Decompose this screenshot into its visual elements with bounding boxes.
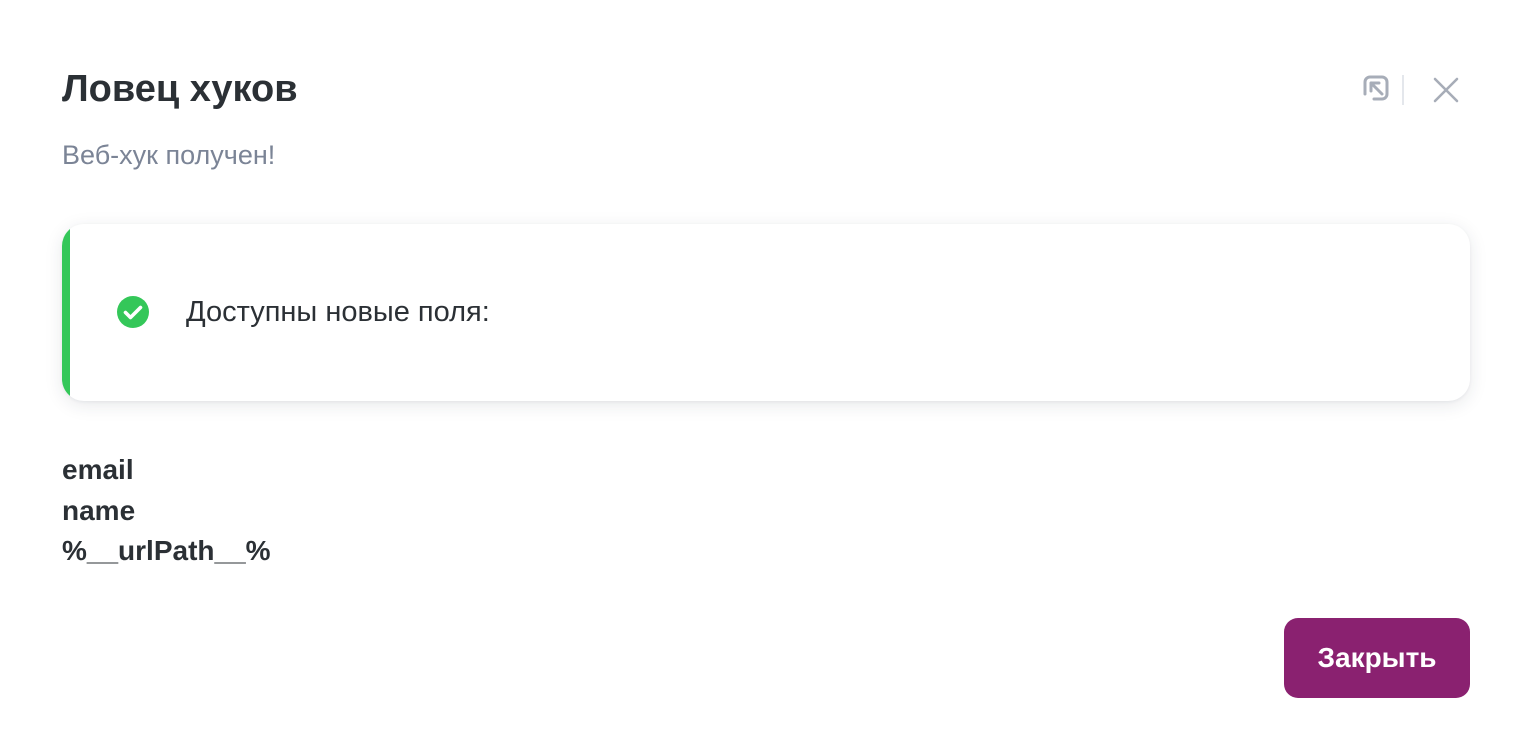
field-item: %__urlPath__% xyxy=(62,535,271,566)
close-x-button[interactable] xyxy=(1426,70,1466,110)
notice-text: Доступны новые поля: xyxy=(186,296,490,328)
collapse-button[interactable] xyxy=(1358,70,1398,110)
field-item: email xyxy=(62,454,134,485)
fields-list: email name %__urlPath__% xyxy=(62,450,271,572)
dialog-title: Ловец хуков xyxy=(62,68,298,110)
check-circle-icon xyxy=(117,296,149,328)
close-button[interactable]: Закрыть xyxy=(1284,618,1470,698)
header-actions xyxy=(1358,70,1466,110)
success-notice: Доступны новые поля: xyxy=(62,224,1470,401)
dialog-subtitle: Веб-хук получен! xyxy=(62,140,276,170)
collapse-icon xyxy=(1363,75,1389,101)
notice-accent-bar xyxy=(62,224,70,401)
field-item: name xyxy=(62,494,136,526)
header-divider xyxy=(1402,75,1404,105)
close-icon xyxy=(1433,77,1459,103)
webhook-catcher-dialog: Ловец хуков Веб-хук получен! Доступны но… xyxy=(0,0,1538,738)
